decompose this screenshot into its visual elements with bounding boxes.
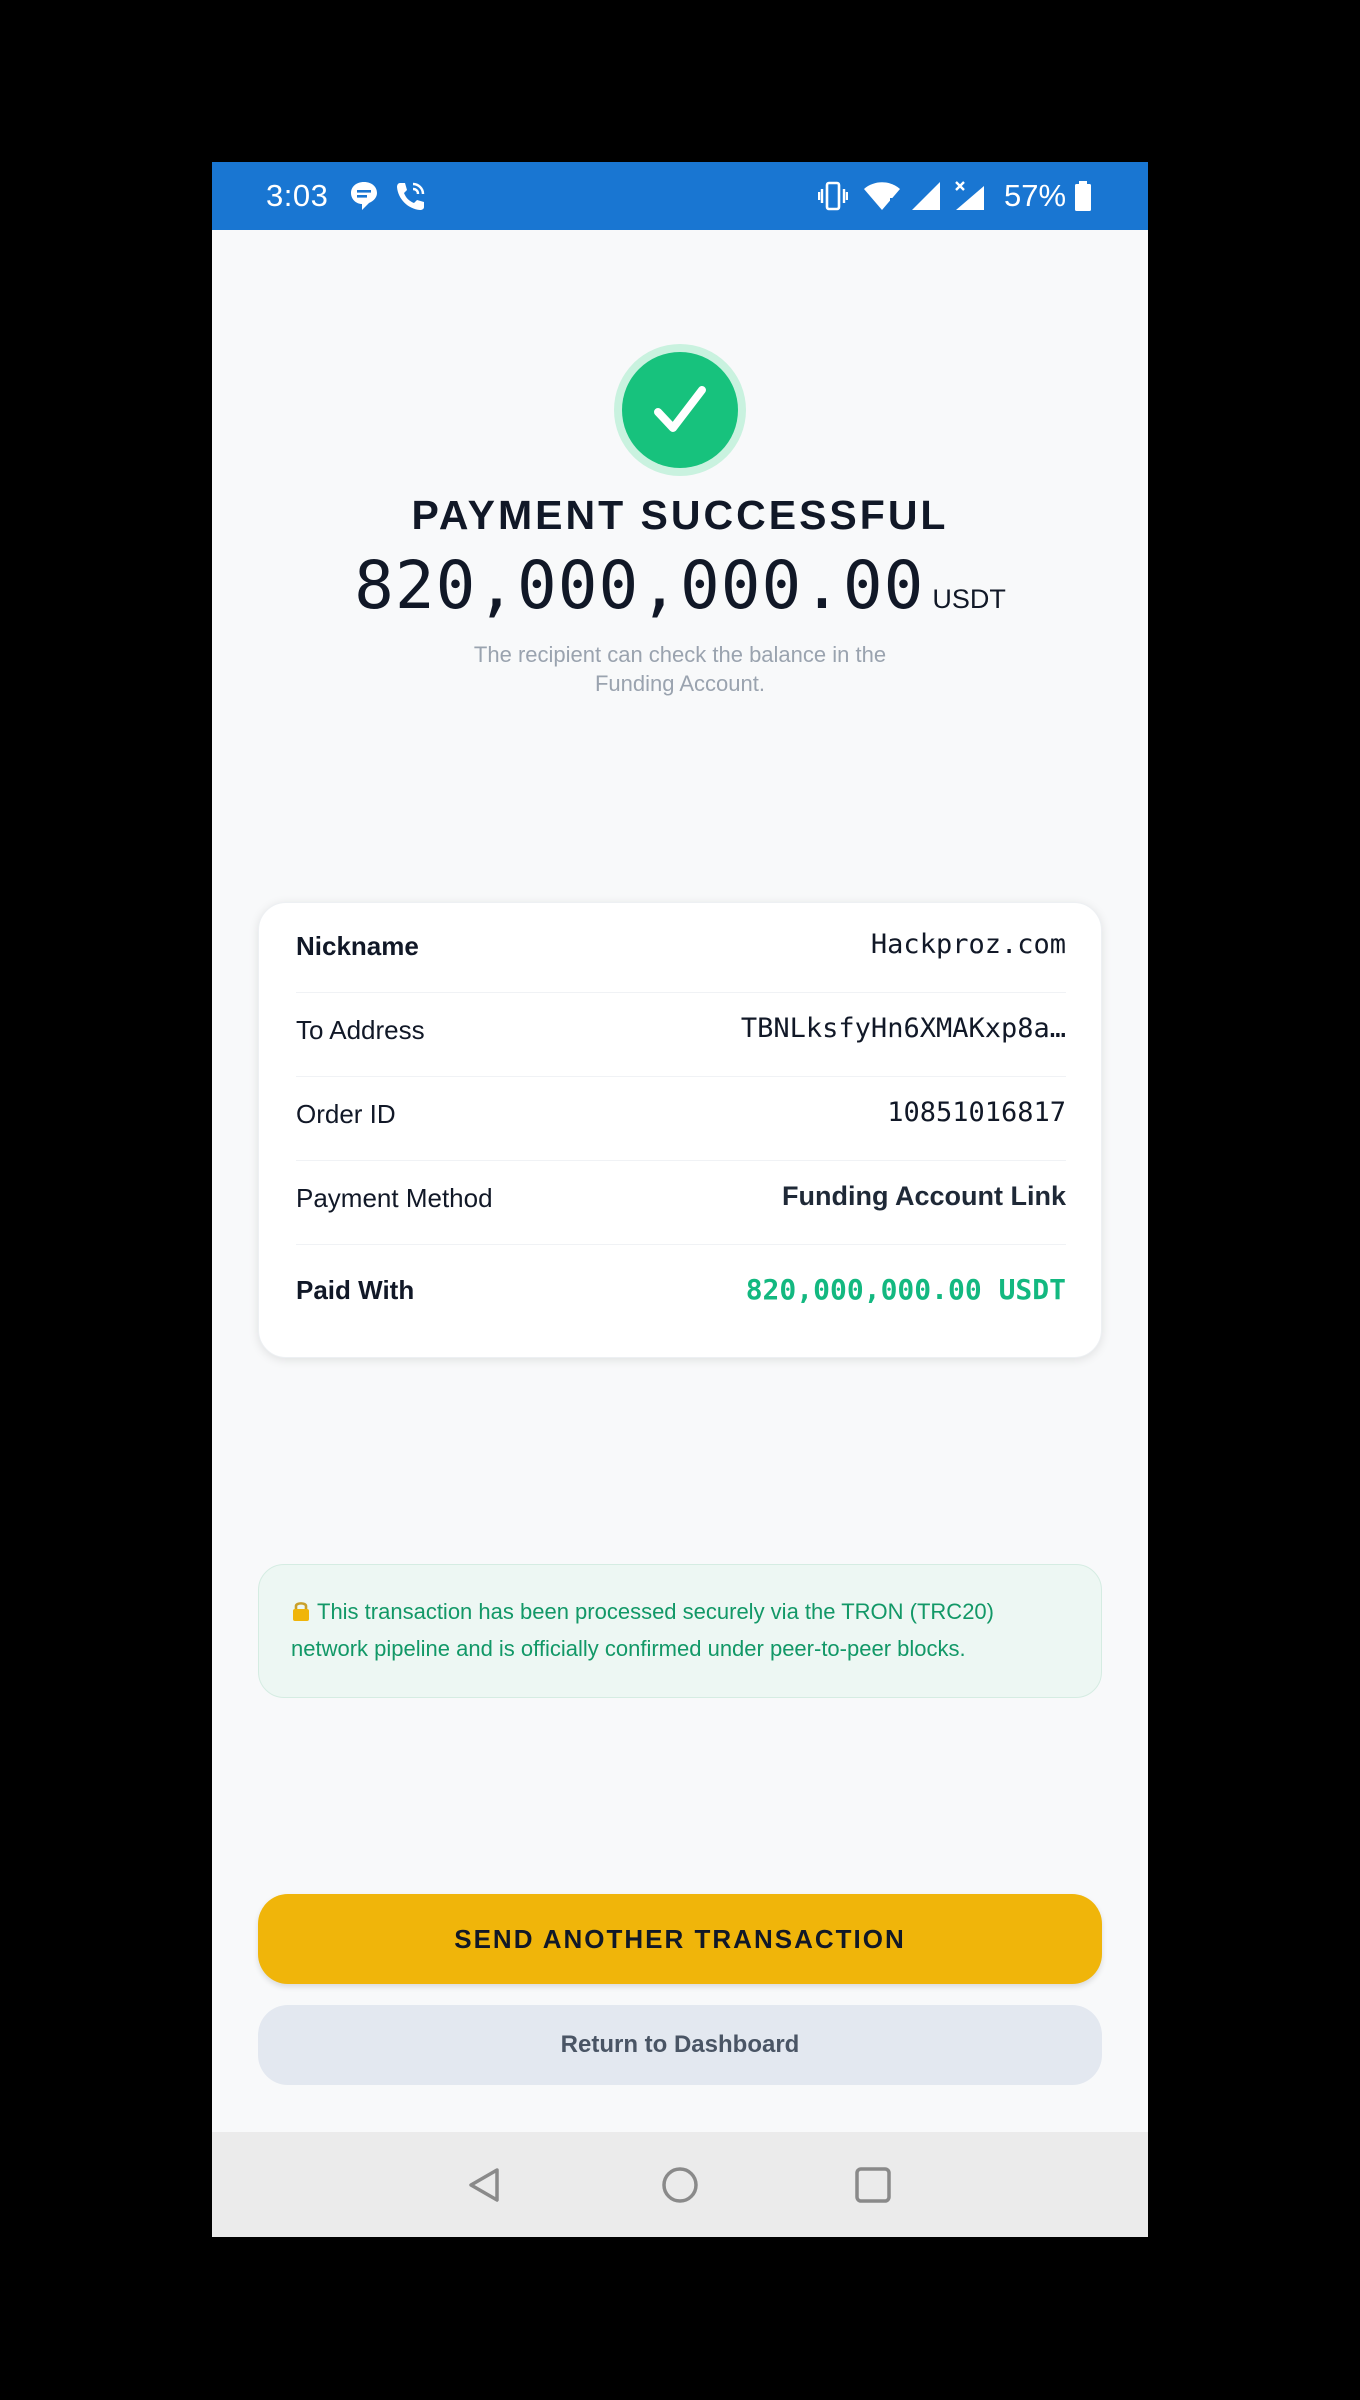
signal-no-data-icon	[954, 180, 988, 217]
detail-value: 10851016817	[887, 1097, 1066, 1128]
wifi-icon	[862, 180, 902, 217]
system-nav-bar	[212, 2132, 1148, 2237]
divider	[296, 1244, 1066, 1245]
vibrate-icon	[817, 180, 849, 217]
detail-label: Nickname	[296, 931, 419, 961]
divider	[296, 1076, 1066, 1077]
detail-value: Funding Account Link	[782, 1181, 1066, 1211]
detail-label: Paid With	[296, 1275, 415, 1305]
signal-icon	[910, 180, 942, 217]
detail-row-payment-method: Payment Method Funding Account Link	[296, 1173, 1066, 1223]
return-to-dashboard-button[interactable]: Return to Dashboard	[258, 2005, 1102, 2085]
detail-row-nickname: Nickname Hackproz.com	[296, 921, 1066, 971]
detail-label: Payment Method	[296, 1183, 493, 1213]
detail-row-to-address: To Address TBNLksfyHn6XMAKxp8a…	[296, 1005, 1066, 1055]
detail-value: 820,000,000.00 USDT	[745, 1273, 1066, 1306]
recents-icon[interactable]	[854, 2166, 892, 2209]
success-badge	[622, 352, 738, 468]
amount-display: 820,000,000.00 USDT	[212, 547, 1148, 624]
page-title: PAYMENT SUCCESSFUL	[411, 492, 949, 538]
battery-percent: 57%	[1004, 178, 1067, 213]
chat-bubble-icon	[349, 180, 379, 217]
home-icon[interactable]	[661, 2166, 699, 2209]
amount-currency: USDT	[932, 584, 1006, 614]
detail-row-order-id: Order ID 10851016817	[296, 1089, 1066, 1139]
detail-label: Order ID	[296, 1099, 396, 1129]
detail-value: TBNLksfyHn6XMAKxp8a…	[740, 1013, 1066, 1044]
back-icon[interactable]	[467, 2166, 503, 2209]
send-another-transaction-button[interactable]: SEND ANOTHER TRANSACTION	[258, 1894, 1102, 1984]
detail-row-paid-with: Paid With 820,000,000.00 USDT	[296, 1265, 1066, 1315]
detail-label: To Address	[296, 1015, 425, 1045]
subtitle: The recipient can check the balance in t…	[473, 642, 887, 696]
battery-icon	[1074, 180, 1092, 217]
wifi-calling-icon	[394, 180, 428, 217]
amount-value: 820,000,000.00	[354, 547, 925, 624]
details-card: Nickname Hackproz.com To Address TBNLksf…	[258, 902, 1102, 1358]
divider	[296, 1160, 1066, 1161]
status-time: 3:03	[266, 178, 329, 213]
checkmark-icon	[654, 386, 706, 432]
phone-screen: 3:03 57% PAYMENT SUCCESSFUL 820,000,000.…	[212, 162, 1148, 2237]
status-bar: 3:03 57%	[212, 162, 1148, 230]
lock-icon	[291, 1598, 311, 1632]
security-info-banner: This transaction has been processed secu…	[258, 1564, 1102, 1698]
divider	[296, 992, 1066, 993]
detail-value: Hackproz.com	[870, 929, 1066, 960]
security-info-text: This transaction has been processed secu…	[291, 1599, 994, 1661]
